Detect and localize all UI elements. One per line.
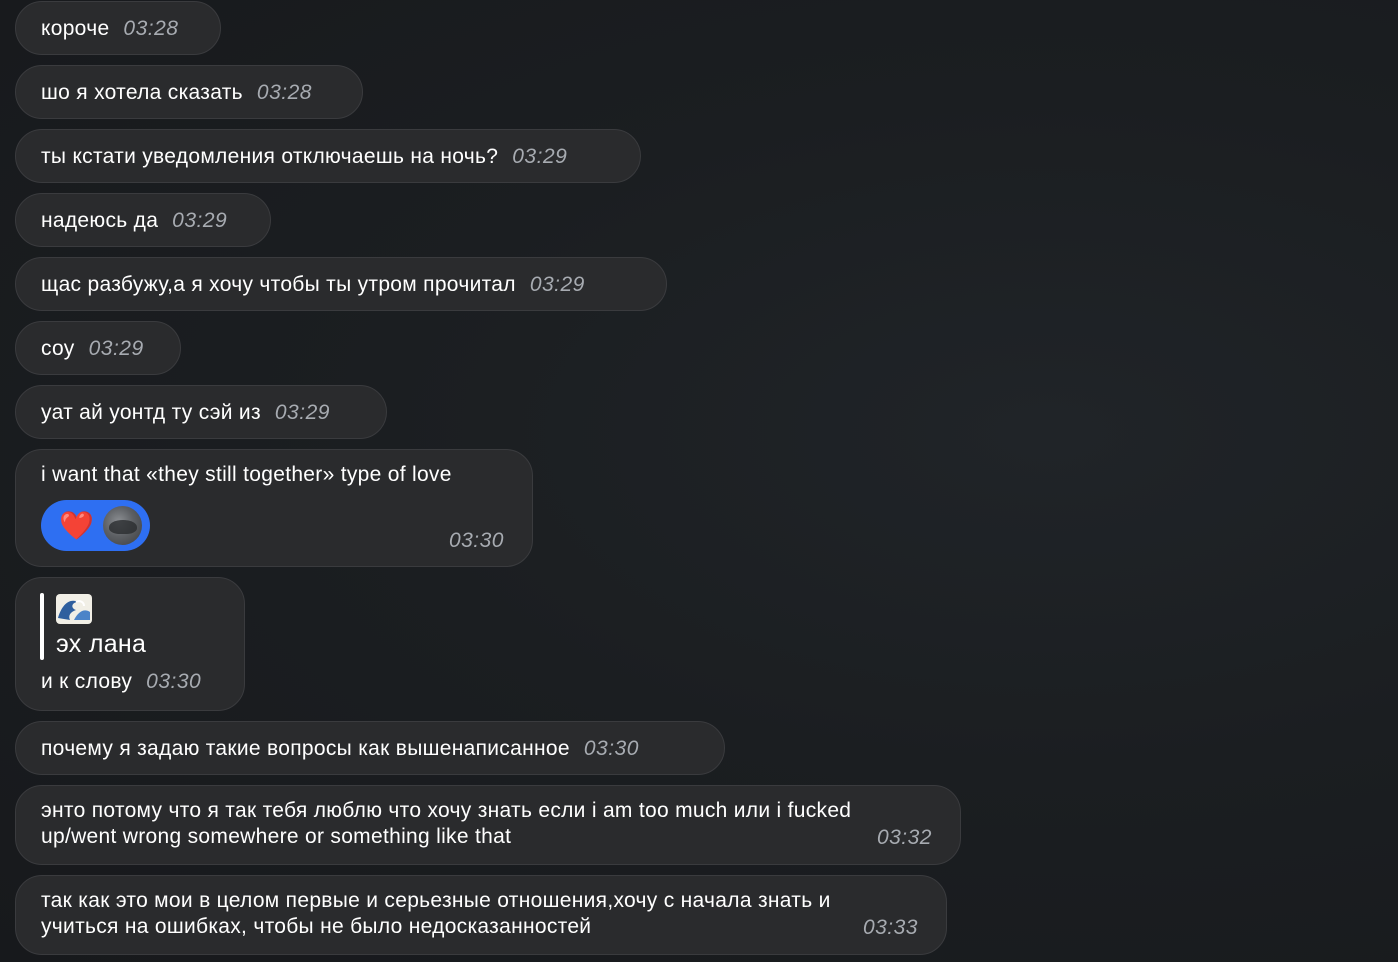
message-bubble-with-reaction[interactable]: i want that «they still together» type o… [15, 449, 533, 567]
avatar[interactable] [103, 506, 142, 545]
message-time: 03:30 [448, 529, 504, 552]
message-time: 03:29 [512, 145, 568, 168]
message-text: короче [41, 17, 110, 40]
message-list[interactable]: короче 03:28 шо я хотела сказать 03:28 ты … [15, 0, 1375, 962]
message-time: 03:30 [146, 670, 202, 693]
message-text: ты кстати уведомления отключаешь на ночь… [41, 145, 499, 168]
message-bubble[interactable]: надеюсь да 03:29 [15, 193, 271, 247]
message-text: почему я задаю такие вопросы как вышенап… [41, 737, 570, 760]
message-time: 03:29 [88, 337, 144, 360]
message-bubble[interactable]: ты кстати уведомления отключаешь на ночь… [15, 129, 641, 183]
quote-text: эх лана [56, 630, 147, 658]
message-text-line: up/went wrong somewhere or something lik… [41, 825, 512, 848]
message-text-line: учиться на ошибках, чтобы не было недоск… [41, 915, 592, 938]
message-text-line: энто потому что я так тебя люблю что хоч… [41, 799, 852, 822]
message-time: 03:28 [123, 17, 179, 40]
reaction-pill[interactable]: ❤️ [41, 500, 150, 551]
message-bubble[interactable]: почему я задаю такие вопросы как вышенап… [15, 721, 725, 775]
message-text: соу [41, 337, 75, 360]
message-text: надеюсь да [41, 209, 159, 232]
message-time: 03:28 [256, 81, 312, 104]
message-bubble[interactable]: короче 03:28 [15, 1, 221, 55]
message-bubble[interactable]: шо я хотела сказать 03:28 [15, 65, 363, 119]
message-time: 03:30 [583, 737, 639, 760]
message-text: i want that «they still together» type o… [41, 463, 452, 486]
message-time: 03:32 [876, 826, 932, 849]
message-text: уат ай уонтд ту сэй из [41, 401, 261, 424]
heart-icon: ❤️ [59, 510, 94, 541]
quote-bar [40, 593, 44, 660]
message-bubble[interactable]: энто потому что я так тебя люблю что хоч… [15, 785, 961, 865]
reply-message-bubble[interactable]: эх лана и к слову 03:30 [15, 577, 245, 711]
wave-icon [56, 594, 92, 624]
message-time: 03:33 [862, 916, 918, 939]
message-time: 03:29 [172, 209, 228, 232]
message-text: и к слову [41, 670, 133, 693]
message-text-line: так как это мои в целом первые и серьезн… [41, 889, 831, 912]
message-bubble[interactable]: так как это мои в целом первые и серьезн… [15, 875, 947, 955]
message-time: 03:29 [274, 401, 330, 424]
message-text: шо я хотела сказать [41, 81, 243, 104]
message-text: щас разбужу,а я хочу чтобы ты утром проч… [41, 273, 516, 296]
message-time: 03:29 [529, 273, 585, 296]
message-bubble[interactable]: соу 03:29 [15, 321, 181, 375]
message-bubble[interactable]: уат ай уонтд ту сэй из 03:29 [15, 385, 387, 439]
message-bubble[interactable]: щас разбужу,а я хочу чтобы ты утром проч… [15, 257, 667, 311]
